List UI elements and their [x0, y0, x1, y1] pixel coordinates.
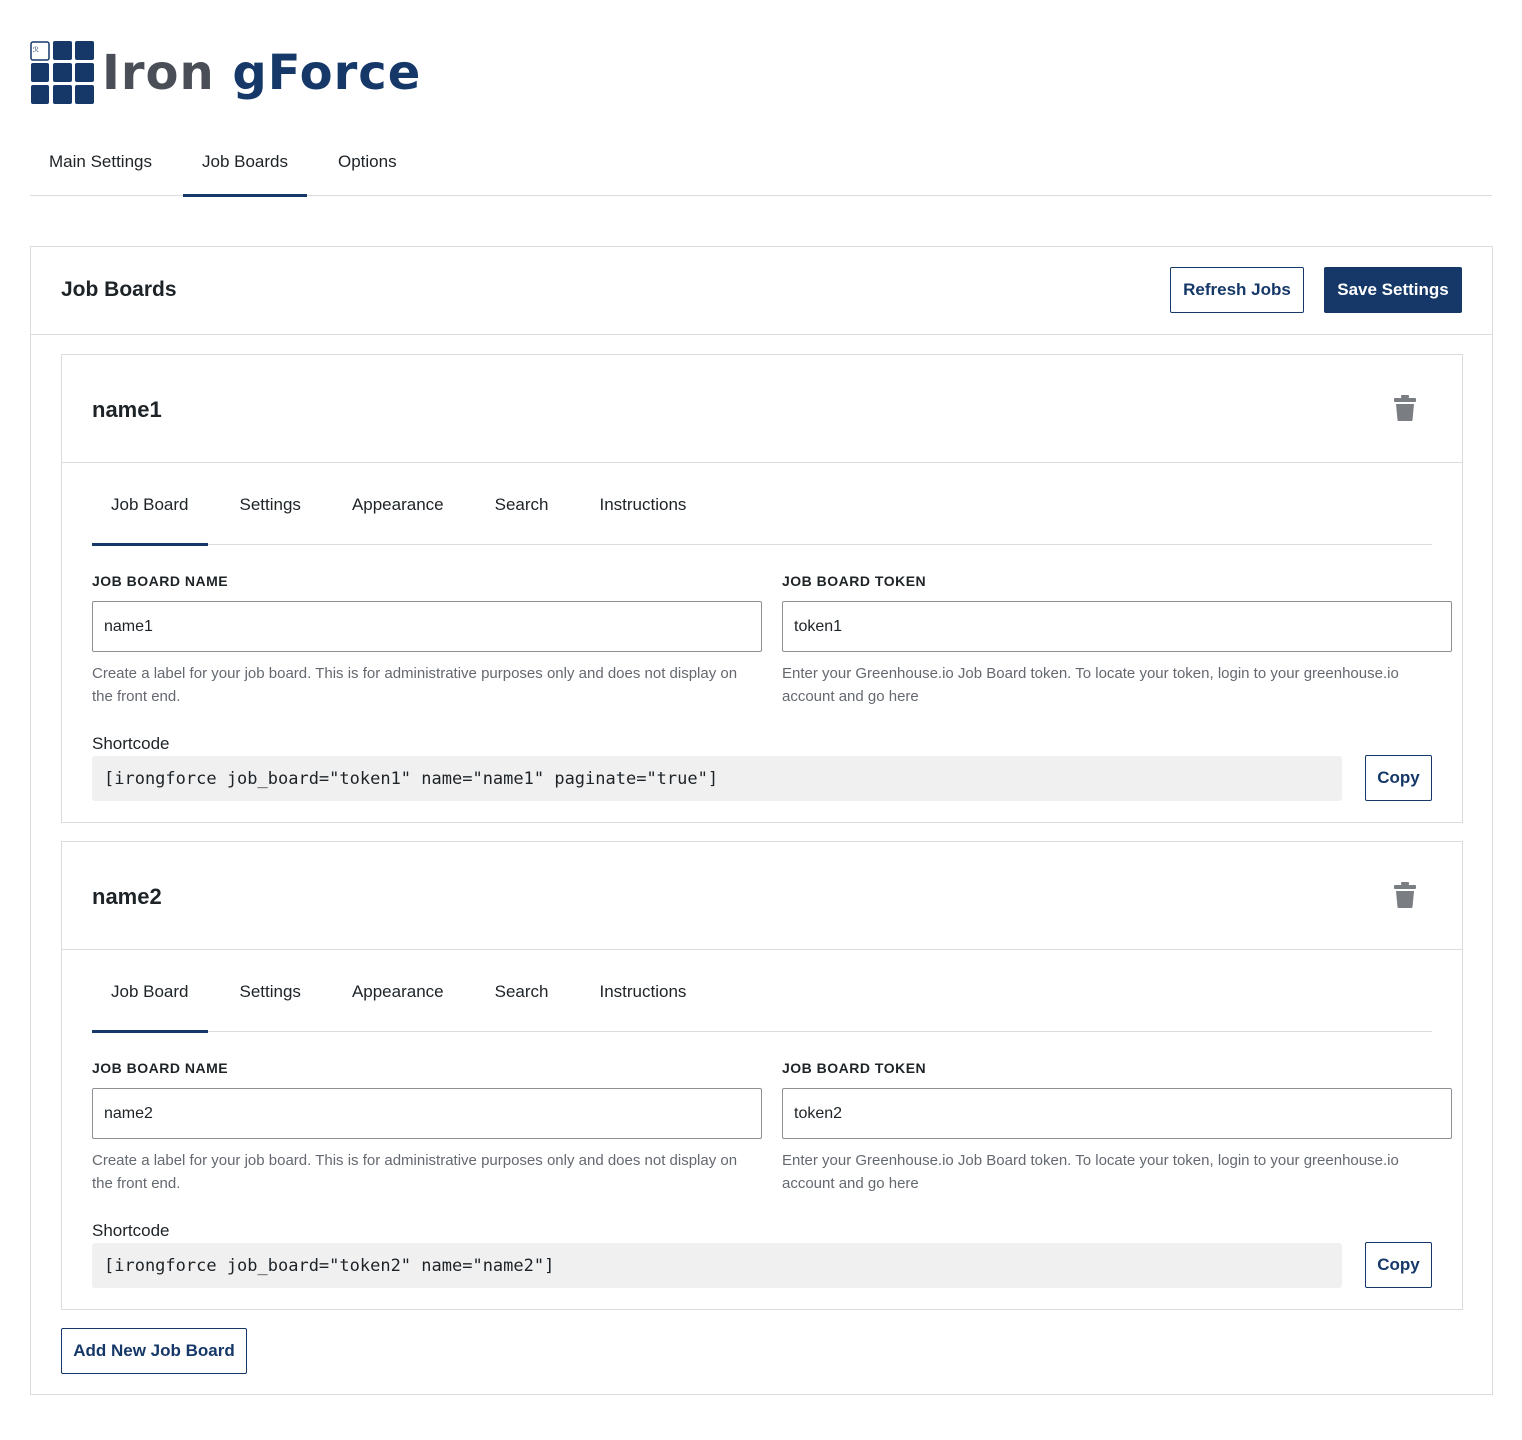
brand-word-gforce: gForce — [232, 45, 422, 101]
job-board-title: name2 — [92, 884, 162, 909]
save-settings-button[interactable]: Save Settings — [1324, 267, 1462, 313]
grid-logo-icon: ℛ — [30, 41, 94, 104]
tab-instructions[interactable]: Instructions — [581, 970, 706, 1032]
job-board-tabs: Job Board Settings Appearance Search Ins… — [92, 483, 1432, 546]
tab-options[interactable]: Options — [319, 140, 416, 196]
tab-appearance[interactable]: Appearance — [333, 483, 463, 545]
job-board-card-header: name2 — [62, 842, 1462, 950]
brand-word-iron: Iron — [102, 45, 215, 101]
job-board-token-help: Enter your Greenhouse.io Job Board token… — [782, 665, 1399, 705]
job-board-token-label: JOB BOARD TOKEN — [782, 573, 927, 589]
brand-wordmark: Iron gForce — [102, 49, 421, 97]
shortcode-text: [irongforce job_board="token1" name="nam… — [92, 756, 1342, 801]
trash-icon[interactable] — [1394, 882, 1416, 908]
job-board-token-input[interactable] — [782, 601, 1452, 652]
job-board-token-label: JOB BOARD TOKEN — [782, 1060, 927, 1076]
tab-job-boards[interactable]: Job Boards — [183, 140, 307, 197]
job-board-card: name2 Job Board Settings Appearance Sear… — [61, 841, 1463, 1310]
job-board-token-help: Enter your Greenhouse.io Job Board token… — [782, 1152, 1399, 1192]
job-board-name-label: JOB BOARD NAME — [92, 1060, 229, 1076]
job-board-title: name1 — [92, 397, 162, 422]
settings-tabs: Main Settings Job Boards Options — [30, 140, 1492, 197]
trash-icon[interactable] — [1394, 395, 1416, 421]
svg-text:ℛ: ℛ — [33, 46, 39, 54]
job-board-tabs: Job Board Settings Appearance Search Ins… — [92, 970, 1432, 1033]
shortcode-label: Shortcode — [92, 1221, 170, 1240]
job-board-token-input[interactable] — [782, 1088, 1452, 1139]
job-board-name-help: Create a label for your job board. This … — [92, 665, 738, 705]
shortcode-text: [irongforce job_board="token2" name="nam… — [92, 1243, 1342, 1288]
refresh-jobs-button[interactable]: Refresh Jobs — [1170, 267, 1304, 313]
tab-search[interactable]: Search — [476, 970, 568, 1032]
job-board-card-header: name1 — [62, 355, 1462, 463]
tab-instructions[interactable]: Instructions — [581, 483, 706, 545]
panel-title: Job Boards — [61, 278, 177, 301]
tab-settings[interactable]: Settings — [221, 483, 320, 545]
add-new-job-board-button[interactable]: Add New Job Board — [61, 1328, 247, 1374]
job-board-name-input[interactable] — [92, 1088, 762, 1139]
copy-shortcode-button[interactable]: Copy — [1365, 755, 1432, 801]
job-boards-panel: Job Boards Refresh Jobs Save Settings na… — [30, 246, 1493, 1395]
tab-appearance[interactable]: Appearance — [333, 970, 463, 1032]
tab-search[interactable]: Search — [476, 483, 568, 545]
tab-job-board[interactable]: Job Board — [92, 483, 208, 546]
job-board-card: name1 Job Board Settings Appearance Sear… — [61, 354, 1463, 823]
job-board-name-label: JOB BOARD NAME — [92, 573, 229, 589]
tab-settings[interactable]: Settings — [221, 970, 320, 1032]
job-board-name-input[interactable] — [92, 601, 762, 652]
tab-job-board[interactable]: Job Board — [92, 970, 208, 1033]
job-board-name-help: Create a label for your job board. This … — [92, 1152, 738, 1192]
brand-logo: ℛ Iron gForce — [30, 40, 421, 106]
panel-header: Job Boards Refresh Jobs Save Settings — [31, 247, 1492, 335]
shortcode-label: Shortcode — [92, 734, 170, 753]
copy-shortcode-button[interactable]: Copy — [1365, 1242, 1432, 1288]
tab-main-settings[interactable]: Main Settings — [30, 140, 171, 196]
